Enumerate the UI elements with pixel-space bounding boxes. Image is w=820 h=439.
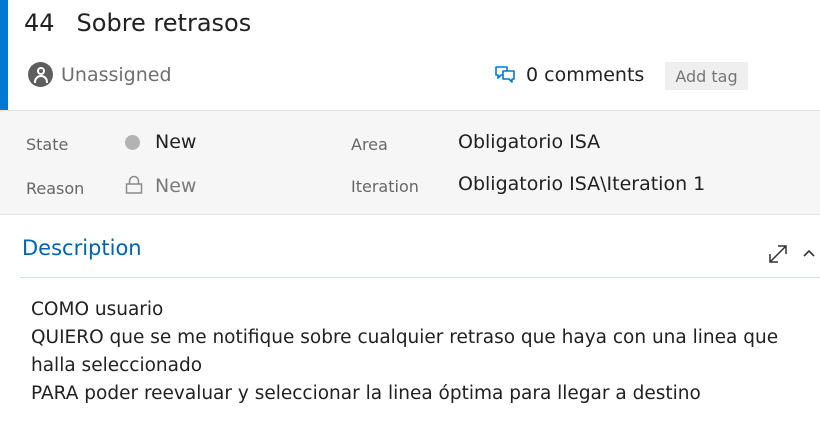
- iteration-dropdown[interactable]: Obligatorio ISA\Iteration 1: [458, 173, 705, 195]
- chevron-up-icon[interactable]: [802, 246, 816, 260]
- state-dropdown[interactable]: New: [155, 131, 196, 153]
- area-label: Area: [351, 135, 388, 154]
- description-section-header: Description: [20, 230, 820, 278]
- work-item-header: 44 Sobre retrasos Unassigned 0 comments …: [0, 0, 820, 110]
- assigned-to-control[interactable]: Unassigned: [28, 62, 172, 87]
- comments-link[interactable]: 0 comments: [494, 64, 644, 86]
- reason-value: New: [155, 175, 197, 197]
- area-dropdown[interactable]: Obligatorio ISA: [458, 131, 600, 153]
- description-line: COMO usuario: [31, 299, 164, 320]
- state-dot-icon: [125, 135, 140, 150]
- lock-icon: [125, 175, 143, 194]
- person-avatar-icon: [28, 62, 53, 87]
- reason-label: Reason: [26, 179, 85, 198]
- work-item-title[interactable]: Sobre retrasos: [77, 9, 252, 37]
- title-row: 44 Sobre retrasos: [24, 6, 251, 40]
- comments-count: 0 comments: [526, 64, 645, 86]
- assignee-label: Unassigned: [61, 63, 172, 86]
- description-line: halla seleccionado: [31, 355, 203, 376]
- work-item-type-color-bar: [0, 0, 8, 110]
- description-editor[interactable]: COMO usuario QUIERO que se me notifique …: [31, 296, 801, 408]
- state-label: State: [26, 135, 69, 154]
- expand-icon[interactable]: [768, 244, 788, 264]
- description-line: QUIERO que se me notifique sobre cualqui…: [31, 327, 779, 348]
- description-title: Description: [22, 236, 142, 260]
- comments-icon: [495, 66, 515, 83]
- add-tag-button[interactable]: Add tag: [665, 62, 748, 90]
- fields-panel: State New Reason New Area Obligatorio IS…: [0, 110, 820, 215]
- work-item-id: 44: [24, 9, 55, 37]
- description-line: PARA poder reevaluar y seleccionar la li…: [31, 383, 701, 404]
- iteration-label: Iteration: [351, 177, 419, 196]
